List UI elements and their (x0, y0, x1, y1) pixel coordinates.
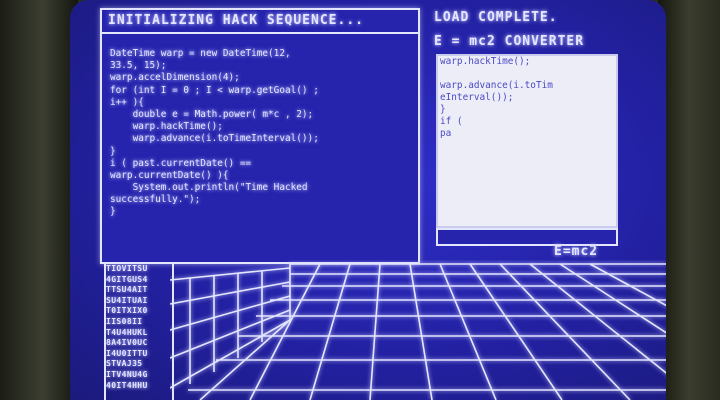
load-status-text: LOAD COMPLETE. (434, 10, 558, 25)
code-line: System.out.println("Time Hacked (110, 182, 308, 194)
code-line: i ( past.currentDate() == (110, 157, 252, 169)
perspective-wireframe-grid (170, 263, 666, 400)
code-line: warp.hackTime(); (110, 121, 223, 133)
output-line: warp.hackTime(); (440, 56, 531, 67)
hack-sequence-window: INITIALIZING HACK SEQUENCE... DateTime w… (100, 8, 420, 264)
monitor-bezel-right (658, 0, 720, 400)
output-line: if ( (440, 116, 463, 127)
converter-title: E = mc2 CONVERTER (434, 34, 585, 49)
char-row: I4U0ITTU (106, 348, 148, 358)
code-listing: DateTime warp = new DateTime(12, 33.5, 1… (110, 48, 418, 219)
char-row: ITV4NU4G (106, 369, 148, 379)
output-line: eInterval()); (440, 92, 514, 103)
char-row: TTSU4AIT (106, 285, 148, 295)
output-line: } (440, 104, 446, 115)
emc2-button[interactable]: E=mc2 (554, 244, 598, 259)
code-line: double e = Math.power( m*c , 2); (110, 108, 314, 120)
crt-screen: INITIALIZING HACK SEQUENCE... DateTime w… (70, 0, 666, 400)
code-line: warp.accelDimension(4); (110, 72, 240, 84)
code-line: i++ ){ (110, 96, 144, 108)
monitor-bezel-left (0, 0, 78, 400)
code-line: warp.currentDate() ){ (110, 169, 229, 181)
code-line: } (110, 145, 116, 157)
output-line: warp.advance(i.toTim (440, 80, 553, 91)
char-row: 4GITGUS4 (106, 274, 148, 284)
code-line: DateTime warp = new DateTime(12, (110, 48, 291, 59)
code-line: 33.5, 15); (110, 60, 167, 72)
char-row: IIS08II (106, 316, 143, 326)
char-row: SU4ITUAI (106, 295, 148, 305)
scrolling-character-column: TIOVITSU 4GITGUS4 TTSU4AIT SU4ITUAI T0IT… (104, 264, 174, 400)
output-line: pa (440, 128, 452, 139)
code-line: } (110, 206, 116, 218)
char-row: STVAJ35 (106, 359, 143, 369)
char-row: T0ITXIX0 (106, 306, 148, 316)
converter-output-area: warp.hackTime(); warp.advance(i.toTim eI… (436, 54, 618, 228)
char-row: TIOVITSU (106, 264, 148, 273)
char-row: 8A4IV0UC (106, 338, 148, 348)
code-line: for (int I = 0 ; I < warp.getGoal() ; (110, 84, 319, 96)
char-row: 40IT4HHU (106, 380, 148, 390)
code-line: warp.advance(i.toTimeInterval()); (110, 133, 319, 145)
char-row: T4U4HUKL (106, 327, 148, 337)
hack-sequence-title: INITIALIZING HACK SEQUENCE... (102, 10, 418, 34)
code-line: successfully."); (110, 194, 201, 206)
